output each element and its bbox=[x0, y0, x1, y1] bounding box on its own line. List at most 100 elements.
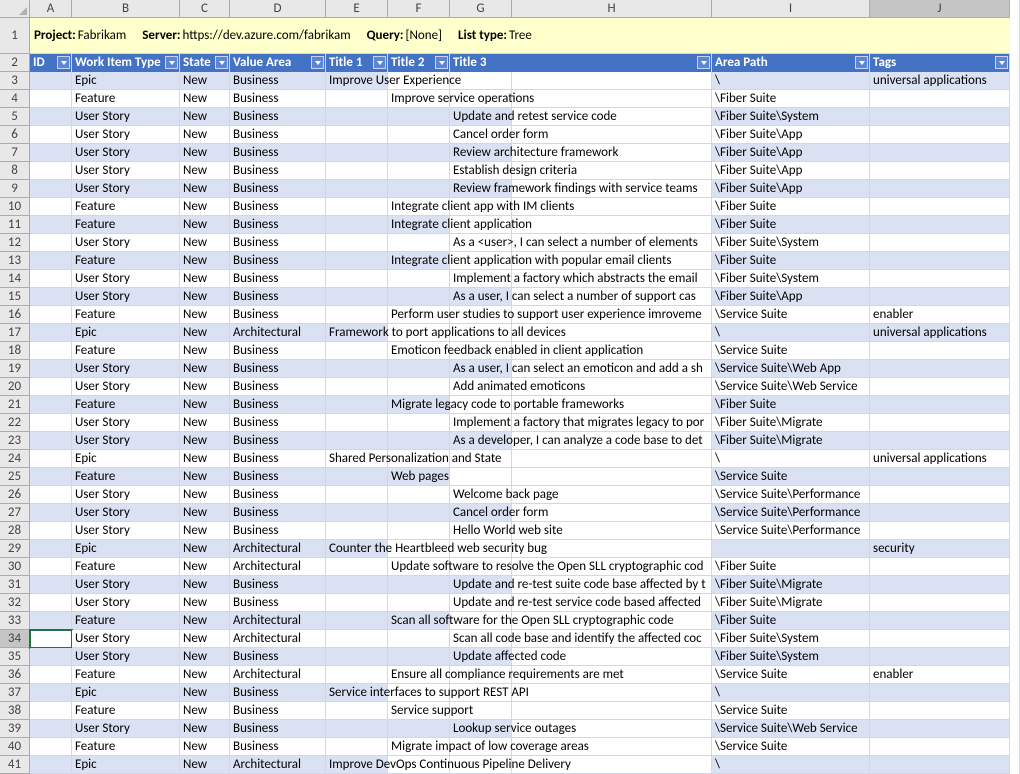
row-header-16[interactable]: 16 bbox=[0, 306, 30, 324]
cell-value-area[interactable]: Business bbox=[230, 450, 326, 468]
cell-title1[interactable] bbox=[326, 144, 388, 162]
cell-work-item-type[interactable]: Epic bbox=[72, 756, 180, 774]
cell-value-area[interactable]: Architectural bbox=[230, 540, 326, 558]
cell-value-area[interactable]: Business bbox=[230, 306, 326, 324]
cell-state[interactable]: New bbox=[180, 288, 230, 306]
cell-state[interactable]: New bbox=[180, 432, 230, 450]
cell-title2[interactable] bbox=[388, 108, 450, 126]
cell-work-item-type[interactable]: Feature bbox=[72, 306, 180, 324]
cell-tags[interactable] bbox=[870, 288, 1010, 306]
cell-area-path[interactable]: \Fiber Suite bbox=[712, 198, 870, 216]
cell-tags[interactable] bbox=[870, 234, 1010, 252]
cell-title3[interactable]: Update and re-test service code based af… bbox=[450, 594, 512, 612]
cell-id[interactable] bbox=[30, 648, 72, 666]
cell-work-item-type[interactable]: Epic bbox=[72, 684, 180, 702]
filter-dropdown-icon[interactable] bbox=[697, 56, 710, 69]
cell-id[interactable] bbox=[30, 684, 72, 702]
cell-work-item-type[interactable]: Feature bbox=[72, 342, 180, 360]
row-header-7[interactable]: 7 bbox=[0, 144, 30, 162]
cell-work-item-type[interactable]: User Story bbox=[72, 108, 180, 126]
cell-tags[interactable] bbox=[870, 486, 1010, 504]
column-header-title2[interactable]: Title 2 bbox=[388, 54, 450, 72]
row-header-1[interactable]: 1 bbox=[0, 18, 30, 54]
cell-id[interactable] bbox=[30, 270, 72, 288]
cell-title3-ext[interactable] bbox=[512, 450, 712, 468]
cell-area-path[interactable]: \Service Suite bbox=[712, 306, 870, 324]
cell-id[interactable] bbox=[30, 450, 72, 468]
cell-id[interactable] bbox=[30, 522, 72, 540]
cell-tags[interactable] bbox=[870, 612, 1010, 630]
cell-id[interactable] bbox=[30, 540, 72, 558]
cell-tags[interactable] bbox=[870, 558, 1010, 576]
cell-state[interactable]: New bbox=[180, 576, 230, 594]
row-header-27[interactable]: 27 bbox=[0, 504, 30, 522]
cell-state[interactable]: New bbox=[180, 486, 230, 504]
cell-value-area[interactable]: Business bbox=[230, 504, 326, 522]
cell-title2[interactable] bbox=[388, 648, 450, 666]
cell-state[interactable]: New bbox=[180, 504, 230, 522]
spreadsheet-grid[interactable]: ABCDEFGHIJ1Project: FabrikamServer: http… bbox=[0, 0, 1020, 774]
cell-id[interactable] bbox=[30, 396, 72, 414]
col-header-F[interactable]: F bbox=[388, 0, 450, 18]
cell-title1[interactable] bbox=[326, 720, 388, 738]
cell-id[interactable] bbox=[30, 180, 72, 198]
cell-work-item-type[interactable]: Epic bbox=[72, 450, 180, 468]
cell-tags[interactable] bbox=[870, 360, 1010, 378]
row-header-5[interactable]: 5 bbox=[0, 108, 30, 126]
col-header-I[interactable]: I bbox=[712, 0, 870, 18]
cell-work-item-type[interactable]: Feature bbox=[72, 738, 180, 756]
cell-id[interactable] bbox=[30, 324, 72, 342]
cell-title3[interactable]: Welcome back page bbox=[450, 486, 512, 504]
cell-id[interactable] bbox=[30, 432, 72, 450]
cell-id[interactable] bbox=[30, 306, 72, 324]
cell-id[interactable] bbox=[30, 288, 72, 306]
col-header-A[interactable]: A bbox=[30, 0, 72, 18]
cell-tags[interactable]: enabler bbox=[870, 666, 1010, 684]
cell-title3[interactable]: Hello World web site bbox=[450, 522, 512, 540]
cell-id[interactable] bbox=[30, 90, 72, 108]
cell-tags[interactable] bbox=[870, 594, 1010, 612]
row-header-32[interactable]: 32 bbox=[0, 594, 30, 612]
cell-title2[interactable]: Improve service operations bbox=[388, 90, 450, 108]
cell-tags[interactable]: enabler bbox=[870, 306, 1010, 324]
cell-id[interactable] bbox=[30, 72, 72, 90]
row-header-15[interactable]: 15 bbox=[0, 288, 30, 306]
cell-tags[interactable] bbox=[870, 720, 1010, 738]
cell-title3[interactable]: Implement a factory that migrates legacy… bbox=[450, 414, 512, 432]
cell-state[interactable]: New bbox=[180, 594, 230, 612]
cell-tags[interactable] bbox=[870, 342, 1010, 360]
cell-area-path[interactable]: \Fiber Suite\App bbox=[712, 162, 870, 180]
cell-title1[interactable]: Improve DevOps Continuous Pipeline Deliv… bbox=[326, 756, 388, 774]
cell-state[interactable]: New bbox=[180, 144, 230, 162]
cell-value-area[interactable]: Architectural bbox=[230, 630, 326, 648]
cell-title3[interactable]: Add animated emoticons bbox=[450, 378, 512, 396]
row-header-10[interactable]: 10 bbox=[0, 198, 30, 216]
cell-title2[interactable] bbox=[388, 432, 450, 450]
cell-value-area[interactable]: Architectural bbox=[230, 756, 326, 774]
cell-tags[interactable] bbox=[870, 180, 1010, 198]
column-header-tags[interactable]: Tags bbox=[870, 54, 1010, 72]
cell-work-item-type[interactable]: Feature bbox=[72, 612, 180, 630]
cell-title2[interactable] bbox=[388, 162, 450, 180]
cell-area-path[interactable]: \ bbox=[712, 450, 870, 468]
cell-title1[interactable] bbox=[326, 180, 388, 198]
cell-title1[interactable] bbox=[326, 504, 388, 522]
cell-work-item-type[interactable]: Feature bbox=[72, 396, 180, 414]
cell-title2[interactable] bbox=[388, 522, 450, 540]
cell-value-area[interactable]: Business bbox=[230, 432, 326, 450]
row-header-31[interactable]: 31 bbox=[0, 576, 30, 594]
cell-value-area[interactable]: Business bbox=[230, 216, 326, 234]
cell-title1[interactable]: Service interfaces to support REST API bbox=[326, 684, 388, 702]
row-header-39[interactable]: 39 bbox=[0, 720, 30, 738]
cell-title2[interactable]: Migrate legacy code to portable framewor… bbox=[388, 396, 450, 414]
cell-title2[interactable]: Emoticon feedback enabled in client appl… bbox=[388, 342, 450, 360]
cell-title1[interactable] bbox=[326, 738, 388, 756]
row-header-9[interactable]: 9 bbox=[0, 180, 30, 198]
col-header-H[interactable]: H bbox=[512, 0, 712, 18]
cell-value-area[interactable]: Architectural bbox=[230, 558, 326, 576]
cell-id[interactable] bbox=[30, 342, 72, 360]
row-header-30[interactable]: 30 bbox=[0, 558, 30, 576]
cell-area-path[interactable]: \Fiber Suite bbox=[712, 90, 870, 108]
row-header-20[interactable]: 20 bbox=[0, 378, 30, 396]
cell-state[interactable]: New bbox=[180, 108, 230, 126]
